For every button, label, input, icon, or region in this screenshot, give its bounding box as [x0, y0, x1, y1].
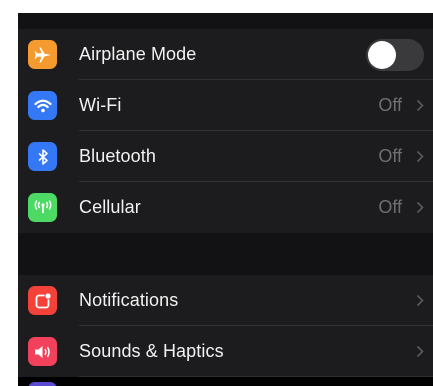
row-separator	[79, 376, 433, 377]
bluetooth-label: Bluetooth	[79, 146, 156, 166]
sounds-haptics-label: Sounds & Haptics	[79, 341, 224, 361]
connectivity-group: Airplane Mode Wi-Fi Off Bluetooth Off Ce…	[18, 29, 433, 233]
chevron-right-icon	[416, 294, 424, 307]
sounds-haptics-row[interactable]: Sounds & Haptics	[18, 326, 433, 377]
notifications-group: Notifications Sounds & Haptics	[18, 275, 433, 377]
wifi-icon	[28, 91, 57, 120]
settings-screen: Airplane Mode Wi-Fi Off Bluetooth Off Ce…	[18, 13, 433, 386]
airplane-icon	[28, 40, 57, 69]
section-spacer	[18, 233, 433, 275]
chevron-right-icon	[416, 201, 424, 214]
wifi-status: Off	[378, 95, 402, 115]
bluetooth-status: Off	[378, 146, 402, 166]
cellular-label: Cellular	[79, 197, 141, 217]
notifications-label: Notifications	[79, 290, 179, 310]
bluetooth-icon	[28, 142, 57, 171]
airplane-mode-toggle[interactable]	[366, 39, 424, 71]
airplane-mode-label: Airplane Mode	[79, 44, 197, 64]
cellular-status: Off	[378, 197, 402, 217]
section-spacer-top	[18, 13, 433, 29]
cellular-icon	[28, 193, 57, 222]
chevron-right-icon	[416, 345, 424, 358]
next-row-icon	[28, 382, 57, 386]
toggle-knob	[368, 41, 396, 69]
cellular-row[interactable]: Cellular Off	[18, 182, 433, 233]
wifi-row[interactable]: Wi-Fi Off	[18, 80, 433, 131]
notifications-row[interactable]: Notifications	[18, 275, 433, 326]
notifications-icon	[28, 286, 57, 315]
chevron-right-icon	[416, 99, 424, 112]
airplane-mode-row[interactable]: Airplane Mode	[18, 29, 433, 80]
speaker-icon	[28, 337, 57, 366]
wifi-label: Wi-Fi	[79, 95, 122, 115]
chevron-right-icon	[416, 150, 424, 163]
bluetooth-row[interactable]: Bluetooth Off	[18, 131, 433, 182]
